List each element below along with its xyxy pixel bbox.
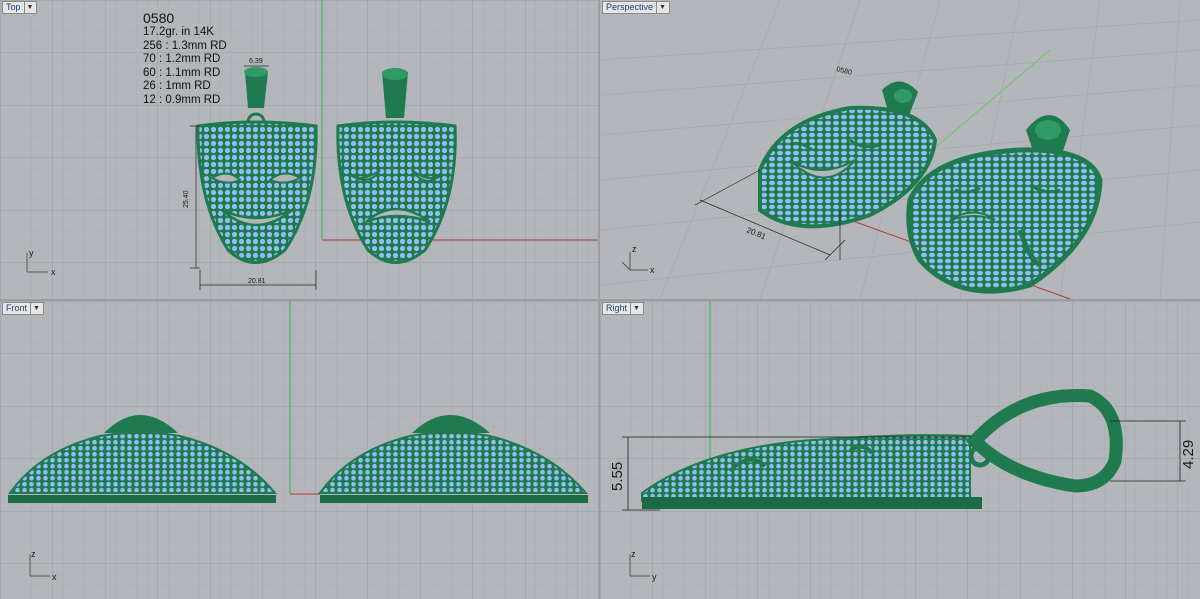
dim-height: 25.40 bbox=[183, 190, 190, 208]
dim-width: 20.81 bbox=[248, 278, 266, 285]
axis-label-h: x bbox=[650, 265, 655, 275]
top-scene: 6.39 25.40 20.81 y x bbox=[0, 0, 598, 299]
front-scene: z x bbox=[0, 301, 598, 599]
dim-bail: 4.29 bbox=[1180, 440, 1197, 469]
axis-label-v: z bbox=[31, 549, 36, 559]
note-stone: 70 : 1.2mm RD bbox=[143, 53, 221, 65]
note-code: 0580 bbox=[143, 10, 175, 26]
viewport-title-top: Top bbox=[6, 2, 21, 12]
axis-label-h: x bbox=[52, 572, 57, 582]
viewport-front[interactable]: Front ▼ z x bbox=[0, 301, 598, 599]
note-stone: 256 : 1.3mm RD bbox=[143, 39, 227, 52]
viewport-perspective[interactable]: Perspective ▼ 0580 20.81 z x bbox=[600, 0, 1200, 299]
axis-label-h: x bbox=[51, 267, 56, 277]
viewport-top[interactable]: Top ▼ 0580 17.2gr. in 14K 256 : 1.3mm RD… bbox=[0, 0, 598, 299]
axis-label-v: y bbox=[29, 248, 34, 258]
chevron-down-icon[interactable]: ▼ bbox=[630, 303, 640, 314]
viewport-label-right[interactable]: Right ▼ bbox=[602, 302, 644, 315]
viewport-label-front[interactable]: Front ▼ bbox=[2, 302, 44, 315]
viewport-title-right: Right bbox=[606, 303, 628, 313]
dim-bail-width: 6.39 bbox=[249, 58, 263, 65]
perspective-scene: 0580 20.81 z x bbox=[600, 0, 1200, 299]
axis-label-h: y bbox=[652, 572, 657, 582]
note-weight: 17.2gr. in 14K bbox=[143, 26, 214, 38]
viewport-label-top[interactable]: Top ▼ bbox=[2, 1, 38, 14]
viewport-title-perspective: Perspective bbox=[606, 2, 654, 12]
viewport-label-perspective[interactable]: Perspective ▼ bbox=[602, 1, 670, 14]
chevron-down-icon[interactable]: ▼ bbox=[30, 303, 40, 314]
axis-label-v: z bbox=[632, 244, 637, 254]
viewport-right[interactable]: Right ▼ 5.55 4.29 z y bbox=[600, 301, 1200, 599]
note-stone: 60 : 1.1mm RD bbox=[143, 66, 221, 79]
chevron-down-icon[interactable]: ▼ bbox=[656, 2, 666, 13]
chevron-down-icon[interactable]: ▼ bbox=[23, 2, 33, 13]
notes-block: 0580 17.2gr. in 14K 256 : 1.3mm RD 70 : … bbox=[143, 10, 227, 107]
right-scene: 5.55 4.29 z y bbox=[600, 301, 1200, 599]
note-stone: 26 : 1mm RD bbox=[143, 80, 211, 92]
viewport-title-front: Front bbox=[6, 303, 28, 313]
axis-label-v: z bbox=[631, 549, 636, 559]
note-stone: 12 : 0.9mm RD bbox=[143, 93, 221, 106]
dim-thickness: 5.55 bbox=[609, 462, 626, 491]
